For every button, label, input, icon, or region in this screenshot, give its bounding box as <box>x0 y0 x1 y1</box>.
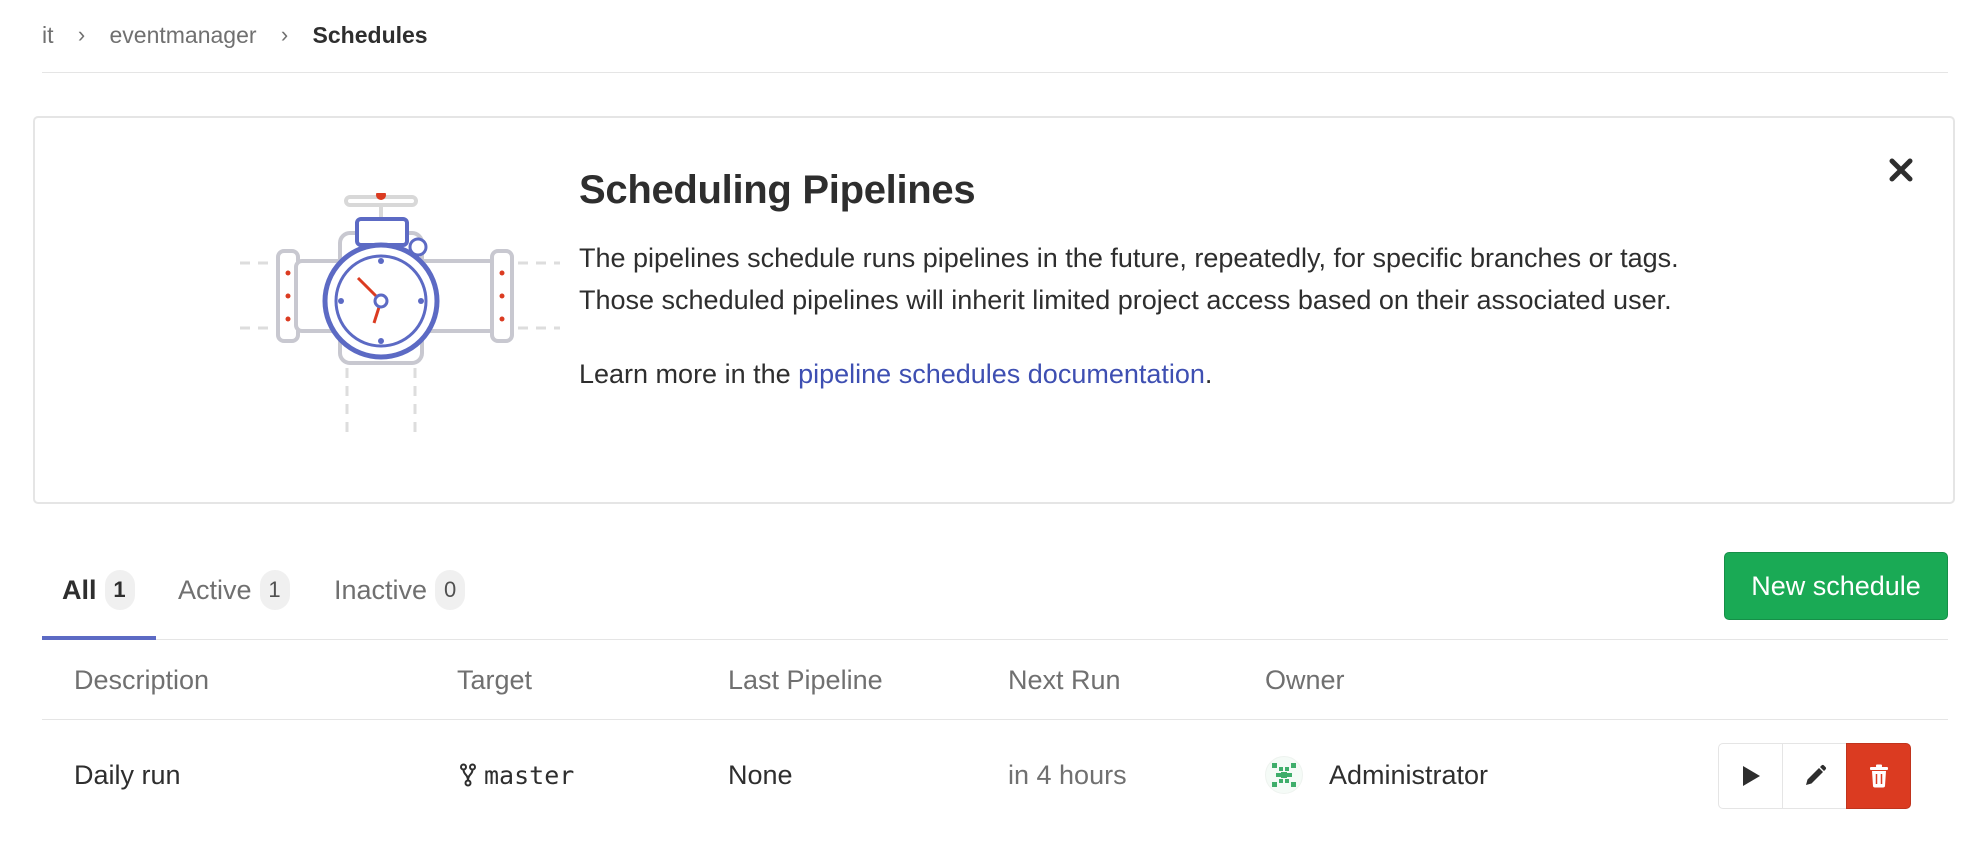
play-icon <box>1742 766 1760 786</box>
play-button[interactable] <box>1718 743 1783 809</box>
learn-more-suffix: . <box>1204 359 1213 389</box>
trash-icon <box>1869 764 1888 788</box>
callout-title: Scheduling Pipelines <box>579 168 976 212</box>
callout-content: Scheduling Pipelines The pipelines sched… <box>579 168 1749 395</box>
breadcrumb-current[interactable]: Schedules <box>313 22 428 49</box>
documentation-link[interactable]: pipeline schedules documentation <box>798 359 1205 389</box>
breadcrumb-item-it[interactable]: it <box>42 22 54 49</box>
schedule-target[interactable]: master <box>460 721 574 829</box>
breadcrumb-item-eventmanager[interactable]: eventmanager <box>110 22 257 49</box>
close-icon[interactable] <box>1887 156 1915 184</box>
schedule-tabs: All 1 Active 1 Inactive 0 <box>42 540 1948 640</box>
new-schedule-button[interactable]: New schedule <box>1724 552 1948 620</box>
tab-all-count-badge: 1 <box>104 570 135 610</box>
column-header-target: Target <box>457 664 533 695</box>
tab-inactive-count-badge: 0 <box>435 570 466 610</box>
tab-inactive[interactable]: Inactive 0 <box>334 540 466 640</box>
tab-active-label: Active <box>178 574 252 605</box>
row-actions <box>1718 743 1911 809</box>
chevron-right-icon: › <box>280 22 289 47</box>
learn-more-prefix: Learn more in the <box>579 359 799 389</box>
tab-inactive-label: Inactive <box>334 574 428 605</box>
owner-name: Administrator <box>1329 759 1489 790</box>
pipeline-schedule-illustration <box>240 193 560 433</box>
column-header-description: Description <box>74 664 210 695</box>
edit-button[interactable] <box>1782 743 1847 809</box>
chevron-right-icon: › <box>77 22 86 47</box>
schedule-next-run: in 4 hours <box>1008 759 1127 790</box>
target-branch-name: master <box>484 760 575 790</box>
column-header-next-run: Next Run <box>1008 664 1121 695</box>
callout-body: The pipelines schedule runs pipelines in… <box>579 243 1679 315</box>
table-row: Daily run master None in 4 hours Adminis… <box>42 721 1948 829</box>
column-header-last-pipeline: Last Pipeline <box>728 664 883 695</box>
tab-all-label: All <box>62 574 97 605</box>
identicon-icon <box>1272 763 1296 787</box>
callout-learn-more: Learn more in the pipeline schedules doc… <box>579 353 1749 395</box>
schedule-description: Daily run <box>74 759 181 790</box>
table-header: Description Target Last Pipeline Next Ru… <box>42 640 1948 720</box>
pencil-icon <box>1805 764 1826 785</box>
schedule-owner[interactable]: Administrator <box>1265 721 1488 829</box>
delete-button[interactable] <box>1846 743 1911 809</box>
tab-active-count-badge: 1 <box>259 570 290 610</box>
breadcrumb: it › eventmanager › Schedules <box>42 0 1948 73</box>
scheduling-pipelines-callout: Scheduling Pipelines The pipelines sched… <box>33 116 1955 504</box>
column-header-owner: Owner <box>1265 664 1345 695</box>
schedule-last-pipeline: None <box>728 759 793 790</box>
avatar <box>1265 756 1303 794</box>
tab-active[interactable]: Active 1 <box>178 540 290 640</box>
tab-all[interactable]: All 1 <box>62 540 135 640</box>
branch-icon <box>460 763 476 787</box>
